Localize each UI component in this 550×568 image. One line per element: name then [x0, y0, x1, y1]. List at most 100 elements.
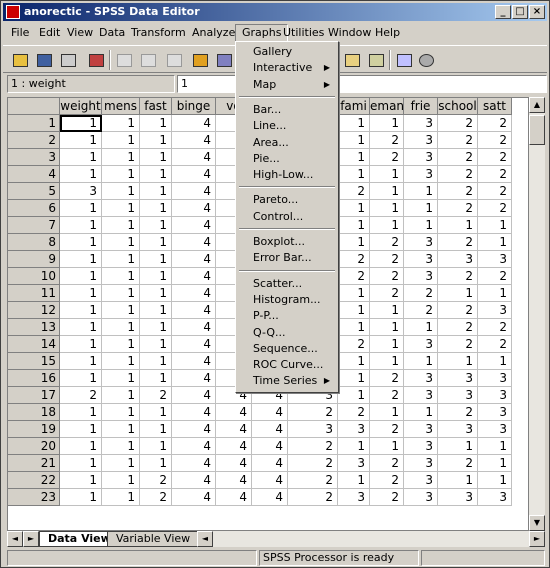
grid-cell[interactable]: 1	[140, 404, 172, 421]
grid-cell[interactable]: 4	[172, 268, 216, 285]
grid-cell[interactable]: 3	[478, 421, 512, 438]
menu-help[interactable]: Help	[369, 24, 406, 42]
tab-scroll-right-icon[interactable]: ►	[23, 531, 39, 547]
row-number[interactable]: 17	[8, 387, 60, 404]
grid-cell[interactable]: 1	[60, 353, 102, 370]
column-header[interactable]: mens	[102, 98, 140, 115]
use-sets-icon[interactable]	[415, 49, 437, 71]
grid-cell[interactable]: 4	[172, 404, 216, 421]
grid-cell[interactable]: 1	[60, 166, 102, 183]
grid-cell[interactable]: 1	[338, 319, 370, 336]
menu-analyze[interactable]: Analyze	[186, 24, 241, 42]
grid-cell[interactable]: 1	[140, 217, 172, 234]
grid-cell[interactable]: 3	[60, 183, 102, 200]
grid-cell[interactable]: 1	[102, 455, 140, 472]
grid-cell[interactable]: 4	[216, 489, 252, 506]
menu-item-scatter[interactable]: Scatter...	[238, 276, 336, 292]
grid-cell[interactable]: 1	[60, 455, 102, 472]
grid-cell[interactable]: 1	[338, 353, 370, 370]
grid-cell[interactable]: 1	[102, 234, 140, 251]
grid-cell[interactable]: 4	[172, 438, 216, 455]
grid-cell[interactable]: 1	[404, 353, 438, 370]
grid-cell[interactable]: 3	[404, 115, 438, 132]
menu-item-interactive[interactable]: Interactive ▶	[238, 60, 336, 76]
grid-cell[interactable]: 3	[438, 421, 478, 438]
row-number[interactable]: 18	[8, 404, 60, 421]
column-header[interactable]: school	[438, 98, 478, 115]
grid-cell[interactable]: 3	[404, 387, 438, 404]
grid-cell[interactable]: 1	[438, 285, 478, 302]
menu-item-sequence[interactable]: Sequence...	[238, 341, 336, 357]
menu-item-pie[interactable]: Pie...	[238, 151, 336, 167]
scroll-thumb[interactable]	[529, 115, 545, 145]
grid-cell[interactable]: 2	[370, 455, 404, 472]
horizontal-scrollbar[interactable]: ◄ ►	[197, 531, 545, 547]
grid-cell[interactable]: 3	[404, 370, 438, 387]
grid-cell[interactable]: 1	[60, 370, 102, 387]
menu-item-error-bar[interactable]: Error Bar...	[238, 250, 336, 266]
grid-cell[interactable]: 1	[338, 438, 370, 455]
column-header[interactable]: fami	[338, 98, 370, 115]
menu-item-high-low[interactable]: High-Low...	[238, 167, 336, 183]
grid-cell[interactable]: 3	[404, 234, 438, 251]
grid-cell[interactable]: 2	[438, 404, 478, 421]
grid-cell[interactable]: 1	[140, 455, 172, 472]
grid-corner[interactable]	[8, 98, 60, 115]
grid-cell[interactable]: 1	[102, 438, 140, 455]
row-number[interactable]: 1	[8, 115, 60, 132]
grid-cell[interactable]: 2	[438, 132, 478, 149]
grid-cell[interactable]: 3	[478, 387, 512, 404]
menu-item-p-p[interactable]: P-P...	[238, 308, 336, 324]
redo-icon[interactable]	[137, 49, 159, 71]
grid-cell[interactable]: 1	[60, 489, 102, 506]
row-number[interactable]: 10	[8, 268, 60, 285]
open-folder-icon[interactable]	[9, 49, 31, 71]
grid-cell[interactable]: 4	[172, 302, 216, 319]
row-number[interactable]: 14	[8, 336, 60, 353]
row-number[interactable]: 5	[8, 183, 60, 200]
undo-icon[interactable]	[113, 49, 135, 71]
scroll-left-arrow-icon[interactable]: ◄	[197, 531, 213, 547]
grid-cell[interactable]: 1	[102, 268, 140, 285]
grid-cell[interactable]: 2	[370, 489, 404, 506]
grid-cell[interactable]: 3	[338, 421, 370, 438]
menu-item-roc-curve[interactable]: ROC Curve...	[238, 357, 336, 373]
row-number[interactable]: 21	[8, 455, 60, 472]
row-number[interactable]: 13	[8, 319, 60, 336]
grid-cell[interactable]: 1	[102, 251, 140, 268]
grid-cell[interactable]: 2	[438, 200, 478, 217]
grid-cell[interactable]: 4	[172, 217, 216, 234]
row-number[interactable]: 4	[8, 166, 60, 183]
grid-cell[interactable]: 1	[370, 217, 404, 234]
grid-cell[interactable]: 4	[216, 404, 252, 421]
grid-cell[interactable]: 1	[140, 285, 172, 302]
row-number[interactable]: 12	[8, 302, 60, 319]
grid-cell[interactable]: 4	[172, 251, 216, 268]
variables-icon[interactable]	[213, 49, 235, 71]
grid-cell[interactable]: 1	[338, 132, 370, 149]
grid-cell[interactable]: 1	[140, 319, 172, 336]
grid-cell[interactable]: 3	[338, 489, 370, 506]
grid-cell[interactable]: 1	[478, 472, 512, 489]
grid-cell[interactable]: 1	[60, 302, 102, 319]
menu-item-bar[interactable]: Bar...	[238, 102, 336, 118]
grid-cell[interactable]: 1	[140, 166, 172, 183]
grid-cell[interactable]: 1	[60, 149, 102, 166]
maximize-button[interactable]: □	[512, 5, 528, 19]
grid-cell[interactable]: 2	[370, 285, 404, 302]
grid-cell[interactable]: 2	[370, 149, 404, 166]
grid-cell[interactable]: 2	[404, 285, 438, 302]
grid-cell[interactable]: 1	[102, 353, 140, 370]
grid-cell[interactable]: 1	[102, 132, 140, 149]
tab-variable-view[interactable]: Variable View	[107, 531, 200, 547]
column-header[interactable]: satt	[478, 98, 512, 115]
grid-cell[interactable]: 3	[478, 302, 512, 319]
column-header[interactable]: binge	[172, 98, 216, 115]
grid-cell[interactable]: 2	[288, 438, 338, 455]
grid-cell[interactable]: 1	[370, 200, 404, 217]
grid-cell[interactable]: 2	[438, 149, 478, 166]
row-number[interactable]: 9	[8, 251, 60, 268]
grid-cell[interactable]: 1	[60, 115, 102, 132]
grid-cell[interactable]: 3	[404, 489, 438, 506]
grid-cell[interactable]: 2	[438, 234, 478, 251]
